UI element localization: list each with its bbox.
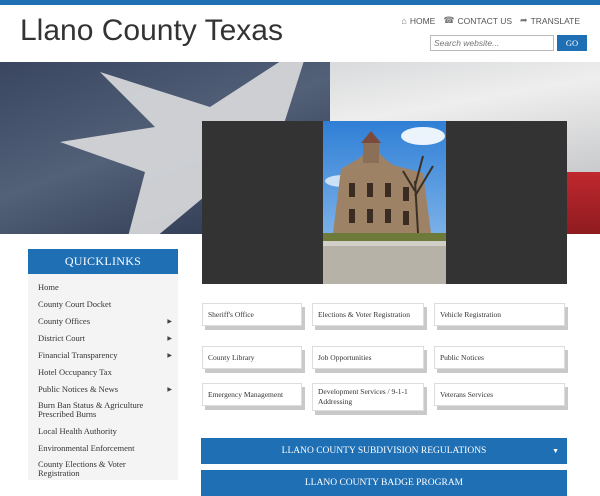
quicklink-hotel-occupancy-tax[interactable]: Hotel Occupancy Tax (28, 367, 178, 384)
caret-right-icon: ▶ (167, 353, 172, 359)
quicklink-burn-ban-status[interactable]: Burn Ban Status & Agriculture Prescribed… (28, 401, 178, 426)
quicklink-home[interactable]: Home (28, 282, 178, 299)
elections-voter-registration-button[interactable]: Elections & Voter Registration (312, 303, 424, 326)
public-notices-button[interactable]: Public Notices (434, 346, 565, 369)
job-opportunities-button[interactable]: Job Opportunities (312, 346, 424, 369)
courthouse-slideshow[interactable] (202, 121, 567, 284)
quicklinks-panel: QUICKLINKS Home County Court Docket Coun… (28, 249, 178, 480)
subdivision-regulations-bar[interactable]: LLANO COUNTY SUBDIVISION REGULATIONS ▼ (201, 438, 567, 464)
search-go-button[interactable]: GO (557, 35, 587, 51)
badge-program-bar[interactable]: LLANO COUNTY BADGE PROGRAM (201, 470, 567, 496)
nav-translate-label: TRANSLATE (530, 15, 580, 26)
quicklinks-list: Home County Court Docket County Offices ▶… (28, 274, 178, 478)
nav-home-link[interactable]: ⌂ HOME (401, 15, 435, 26)
share-icon: ➦ (520, 15, 528, 25)
development-services-button[interactable]: Development Services / 9-1-1 Addressing (312, 383, 424, 411)
quicklink-county-offices[interactable]: County Offices ▶ (28, 316, 178, 333)
quicklink-county-elections[interactable]: County Elections & Voter Registration (28, 460, 178, 478)
nav-home-label: HOME (409, 15, 436, 26)
home-icon: ⌂ (401, 15, 407, 26)
quicklink-district-court[interactable]: District Court ▶ (28, 333, 178, 350)
caret-right-icon: ▶ (167, 387, 172, 393)
nav-contact-link[interactable]: ☎ CONTACT US (443, 15, 512, 26)
top-accent-bar (0, 0, 600, 5)
quicklink-public-notices-news[interactable]: Public Notices & News ▶ (28, 384, 178, 401)
quicklink-local-health-authority[interactable]: Local Health Authority (28, 426, 178, 443)
sheriffs-office-button[interactable]: Sheriff's Office (202, 303, 302, 326)
caret-right-icon: ▶ (167, 319, 172, 325)
vehicle-registration-button[interactable]: Vehicle Registration (434, 303, 565, 326)
courthouse-photo (323, 121, 446, 284)
top-nav: ⌂ HOME ☎ CONTACT US ➦ TRANSLATE (401, 15, 580, 26)
nav-contact-label: CONTACT US (457, 15, 513, 26)
county-library-button[interactable]: County Library (202, 346, 302, 369)
phone-icon: ☎ (443, 15, 455, 25)
veterans-services-button[interactable]: Veterans Services (434, 383, 565, 406)
caret-right-icon: ▶ (167, 336, 172, 342)
nav-translate-link[interactable]: ➦ TRANSLATE (520, 15, 580, 26)
search-form: GO (430, 35, 587, 51)
emergency-management-button[interactable]: Emergency Management (202, 383, 302, 406)
quicklink-financial-transparency[interactable]: Financial Transparency ▶ (28, 350, 178, 367)
quicklink-county-court-docket[interactable]: County Court Docket (28, 299, 178, 316)
site-title[interactable]: Llano County Texas (20, 14, 283, 48)
quicklinks-header: QUICKLINKS (28, 249, 178, 274)
quicklink-environmental-enforcement[interactable]: Environmental Enforcement (28, 443, 178, 460)
search-input[interactable] (430, 35, 554, 51)
chevron-down-icon: ▼ (552, 447, 559, 455)
